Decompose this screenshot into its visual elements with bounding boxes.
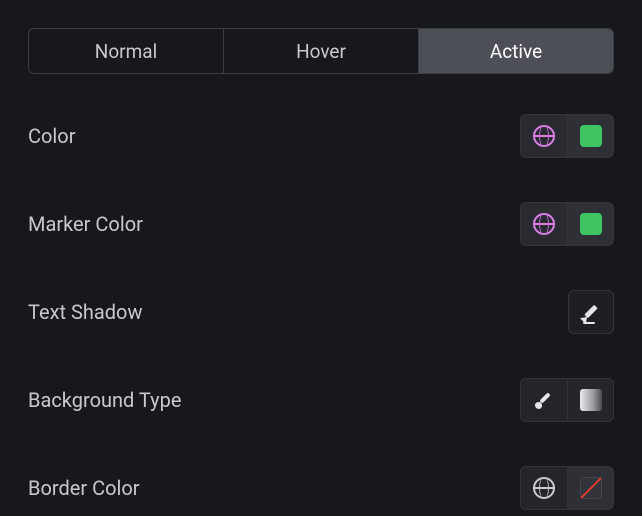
row-text-shadow: Text Shadow <box>28 286 614 338</box>
color-control <box>520 114 614 158</box>
label-marker-color: Marker Color <box>28 212 143 236</box>
global-toggle[interactable] <box>521 203 567 245</box>
label-color: Color <box>28 124 75 148</box>
pencil-icon <box>581 302 601 322</box>
edit-text-shadow-button[interactable] <box>568 290 614 334</box>
globe-icon <box>533 213 555 235</box>
border-color-control <box>520 466 614 510</box>
globe-icon <box>533 125 555 147</box>
tab-normal[interactable]: Normal <box>29 29 224 73</box>
tab-label: Normal <box>95 40 157 63</box>
color-swatch <box>580 213 602 235</box>
label-text-shadow: Text Shadow <box>28 300 142 324</box>
color-swatch <box>580 125 602 147</box>
color-swatch-button[interactable] <box>567 467 613 509</box>
tab-label: Hover <box>296 40 346 63</box>
background-type-control <box>520 378 614 422</box>
gradient-icon <box>580 389 602 411</box>
tab-active[interactable]: Active <box>419 29 613 73</box>
no-color-swatch <box>580 477 602 499</box>
label-background-type: Background Type <box>28 388 181 412</box>
state-tabs: Normal Hover Active <box>28 28 614 74</box>
label-border-color: Border Color <box>28 476 140 500</box>
color-swatch-button[interactable] <box>567 115 613 157</box>
globe-icon <box>533 477 555 499</box>
global-toggle[interactable] <box>521 467 567 509</box>
row-marker-color: Marker Color <box>28 198 614 250</box>
color-swatch-button[interactable] <box>567 203 613 245</box>
tab-label: Active <box>490 40 542 63</box>
background-classic-button[interactable] <box>521 379 567 421</box>
brush-icon <box>534 390 554 410</box>
global-toggle[interactable] <box>521 115 567 157</box>
row-border-color: Border Color <box>28 462 614 514</box>
tab-hover[interactable]: Hover <box>224 29 419 73</box>
row-color: Color <box>28 110 614 162</box>
background-gradient-button[interactable] <box>567 379 613 421</box>
row-background-type: Background Type <box>28 374 614 426</box>
marker-color-control <box>520 202 614 246</box>
